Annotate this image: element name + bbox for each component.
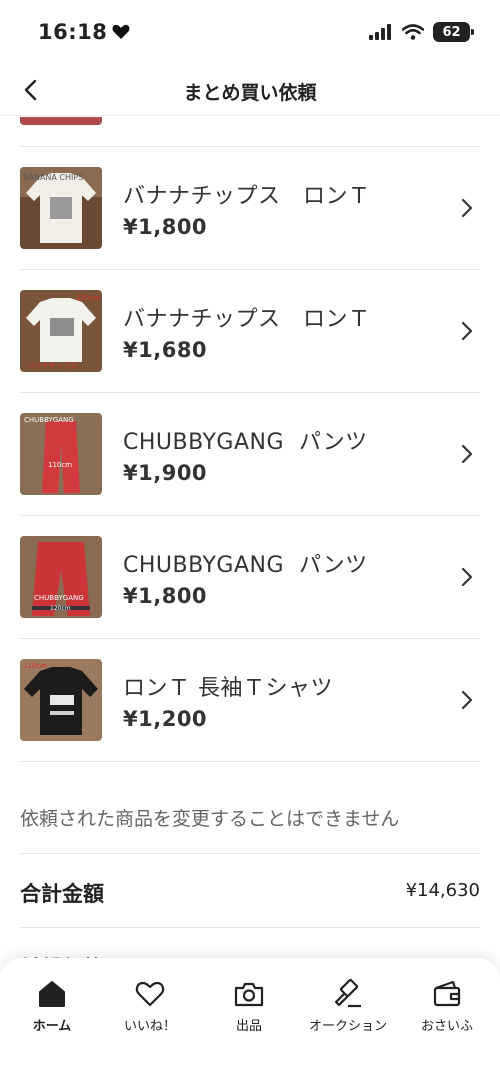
chevron-right-icon (461, 690, 473, 710)
thumbnail-text: CHUBBYGANG (24, 416, 74, 424)
page-title: まとめ買い依頼 (183, 82, 317, 104)
total-row: 合計金額 ¥14,630 (20, 854, 480, 928)
item-name: CHUBBYGANG パンツ (123, 430, 368, 455)
item-thumbnail: CHUBBYGANG 120cm (20, 536, 102, 618)
tab-listing[interactable]: 出品 (199, 978, 299, 1048)
item-name: バナナチップス ロンＴ (123, 184, 371, 209)
battery-icon: 62 (433, 22, 474, 42)
wallet-icon (433, 980, 461, 1007)
status-indicators: 62 (369, 22, 474, 42)
item-list: BANANA CHIPS バナナチップス ロンＴ ¥1,800 120cm バナ… (0, 147, 500, 762)
item-price: ¥1,800 (123, 584, 208, 608)
previous-item-thumbnail[interactable] (20, 117, 102, 125)
heart-icon (135, 981, 165, 1007)
list-item[interactable]: 110cm ロンＴ 長袖Ｔシャツ ¥1,200 (20, 639, 480, 762)
tab-label: おさいふ (420, 1019, 473, 1034)
total-value: ¥14,630 (405, 880, 480, 901)
content-area[interactable]: BANANA CHIPS バナナチップス ロンＴ ¥1,800 120cm バナ… (0, 117, 500, 960)
tab-label: いいね！ (123, 1019, 176, 1034)
item-name: ロンＴ 長袖Ｔシャツ (123, 676, 333, 701)
item-thumbnail: 120cm バナナチップス (20, 290, 102, 372)
signal-icon (369, 24, 391, 40)
list-item[interactable]: CHUBBYGANG 110cm CHUBBYGANG パンツ ¥1,900 (20, 393, 480, 516)
item-price: ¥1,900 (123, 461, 208, 485)
camera-icon (234, 982, 264, 1007)
notice-text: 依頼された商品を変更することはできません (20, 782, 480, 854)
list-item[interactable]: 120cm バナナチップス バナナチップス ロンＴ ¥1,680 (20, 270, 480, 393)
tab-label: ホーム (32, 1019, 72, 1034)
item-price: ¥1,680 (123, 338, 208, 362)
chevron-right-icon (461, 567, 473, 587)
list-item[interactable]: CHUBBYGANG 120cm CHUBBYGANG パンツ ¥1,800 (20, 516, 480, 639)
thumbnail-text: 120cm (76, 294, 100, 302)
chevron-right-icon (461, 198, 473, 218)
item-thumbnail: BANANA CHIPS (20, 167, 102, 249)
item-price: ¥1,800 (123, 215, 208, 239)
status-time: 16:18 (38, 20, 130, 44)
item-thumbnail: 110cm (20, 659, 102, 741)
item-thumbnail: CHUBBYGANG 110cm (20, 413, 102, 495)
home-icon (39, 981, 65, 1007)
wifi-icon (402, 24, 424, 40)
item-name: バナナチップス ロンＴ (123, 307, 371, 332)
tab-wallet[interactable]: おさいふ (397, 978, 497, 1048)
gavel-icon (334, 978, 361, 1008)
tab-bar: ホーム いいね！ 出品 オークション おさいふ (0, 958, 500, 1080)
list-item[interactable]: BANANA CHIPS バナナチップス ロンＴ ¥1,800 (20, 147, 480, 270)
heart-status-icon (112, 24, 130, 39)
thumbnail-subtext: バナナチップス (28, 362, 77, 370)
nav-bar: まとめ買い依頼 (0, 66, 500, 116)
tab-home[interactable]: ホーム (2, 978, 102, 1048)
total-label: 合計金額 (20, 882, 104, 906)
tab-label: 出品 (235, 1019, 262, 1034)
chevron-right-icon (461, 321, 473, 341)
thumbnail-subtext: 120cm (50, 605, 71, 612)
thumbnail-text: CHUBBYGANG (34, 594, 84, 602)
thumbnail-text: 110cm (23, 662, 47, 670)
status-bar: 16:18 62 (0, 0, 500, 66)
item-name: CHUBBYGANG パンツ (123, 553, 368, 578)
thumbnail-subtext: 110cm (48, 461, 72, 469)
tab-likes[interactable]: いいね！ (100, 978, 200, 1048)
thumbnail-text: BANANA CHIPS (23, 173, 83, 182)
chevron-right-icon (461, 444, 473, 464)
tab-label: オークション (308, 1019, 387, 1034)
item-price: ¥1,200 (123, 707, 208, 731)
tab-auction[interactable]: オークション (298, 978, 398, 1048)
